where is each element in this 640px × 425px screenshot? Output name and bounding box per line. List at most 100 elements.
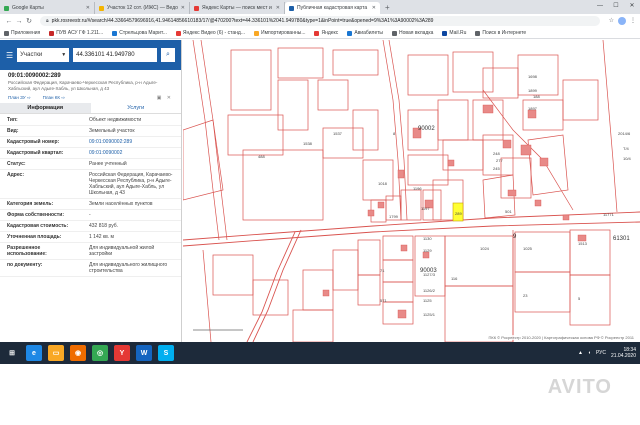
close-tab-icon[interactable]: ✕ [372, 5, 376, 11]
search-icon[interactable]: ⌕ [161, 48, 175, 62]
explorer-icon[interactable]: ▭ [48, 345, 64, 361]
back-icon[interactable]: ← [4, 18, 14, 25]
tab-title: Публичная кадастровая карта [297, 5, 368, 11]
building-footprint [377, 201, 385, 209]
boundary-line [200, 40, 228, 241]
info-value-link[interactable]: 09:01:0090002 [82, 148, 181, 159]
parcel-outline [227, 114, 284, 156]
bookmark-item[interactable]: Новая вкладка [391, 30, 433, 36]
favicon-icon [4, 5, 9, 11]
maximize-icon[interactable]: ☐ [608, 0, 624, 12]
forward-icon[interactable]: → [14, 18, 24, 25]
info-key: Уточненная площадь: [7, 234, 62, 240]
yandex-browser-icon[interactable]: Y [114, 345, 130, 361]
tab-info[interactable]: Информация [0, 103, 91, 113]
plan-zu-link[interactable]: План ЗУ ⇨ [8, 95, 31, 101]
parcel-outline [514, 231, 571, 273]
tab-title: Участок 12 сот. (ИЖС) — Ведо [107, 5, 178, 11]
bookmark-icon [112, 30, 118, 36]
parcel-address: Российская Федерация, Карачаево-Черкесск… [8, 80, 158, 91]
volume-icon[interactable]: ◖ [588, 350, 591, 356]
profile-avatar[interactable] [618, 17, 626, 25]
parcel-outline [252, 279, 289, 316]
word-icon[interactable]: W [136, 345, 152, 361]
address-bar[interactable]: 🔒︎ pkk.rosreestr.ru/#/search/44.33664579… [40, 16, 600, 26]
ie-icon[interactable]: e [26, 345, 42, 361]
tab-services[interactable]: Услуги [91, 103, 182, 113]
boundary-line [382, 40, 402, 221]
parcel-label: 1799 [389, 214, 399, 219]
bookmark-label: ПУВ АСУ ГФ 1.211... [56, 30, 104, 36]
skype-icon[interactable]: S [158, 345, 174, 361]
building-footprint [447, 159, 455, 167]
star-icon[interactable]: ☆ [609, 17, 614, 25]
windows-start-icon[interactable]: ⊞ [4, 345, 20, 361]
bookmark-item[interactable]: Яндекс Видео (6) - станд... [175, 30, 245, 36]
bookmark-item[interactable]: Mail.Ru [442, 30, 466, 36]
bookmark-item[interactable]: Поиск в Интернете [475, 30, 526, 36]
info-row: Кадастровый квартал: 09:01:0090002 [0, 148, 181, 159]
panel-tools-icons[interactable]: ▣ ✕ [157, 95, 173, 101]
map-canvas[interactable]: 1698189918818971538153748882482452771196… [183, 40, 640, 342]
close-tab-icon[interactable]: ✕ [181, 5, 185, 11]
info-value-link[interactable]: 09:01:0090002:289 [82, 137, 181, 148]
url-text: pkk.rosreestr.ru/#/search/44.33664579696… [51, 18, 434, 24]
parcel-outline [212, 254, 254, 296]
chrome-icon[interactable]: ◎ [92, 345, 108, 361]
info-panel: ☰ Участки ▼ 44.336101 41.949780 ⌕ 09:01:… [0, 40, 182, 342]
browser-tab[interactable]: Яндекс Карты — поиск мест и ✕ [190, 2, 285, 14]
quarter-label: 61301 [613, 236, 630, 242]
parcel-outline [482, 67, 519, 99]
building-footprint [397, 309, 407, 319]
hamburger-menu-icon[interactable]: ☰ [6, 51, 13, 60]
chevron-down-icon: ▼ [61, 52, 67, 58]
firefox-icon[interactable]: ◉ [70, 345, 86, 361]
reload-icon[interactable]: ↻ [24, 17, 34, 25]
parcel-outline [444, 285, 514, 342]
bookmark-label: Mail.Ru [449, 30, 467, 36]
bookmark-item[interactable]: Стрельцова Марит... [112, 30, 167, 36]
parcel-label: 1125 [423, 298, 432, 303]
new-tab-icon[interactable]: + [380, 2, 395, 14]
cadastral-map[interactable]: 1698 1899 188 1897 1538 1537 488 8 248 245 277 1196… [183, 40, 640, 342]
browser-tab-active[interactable]: Публичная кадастровая карта ✕ [285, 2, 380, 14]
search-input[interactable]: 44.336101 41.949780 [73, 48, 157, 62]
parcel-label: 1024 [480, 246, 490, 251]
parcel-outline [183, 119, 224, 201]
browser-tab[interactable]: Участок 12 сот. (ИЖС) — Ведо ✕ [95, 2, 190, 14]
info-row: Статус: Ранее учтенный [0, 159, 181, 170]
close-tab-icon[interactable]: ✕ [86, 5, 90, 11]
bookmark-label: Приложения [11, 30, 41, 36]
plan-kk-link[interactable]: План КК ⇨ [43, 95, 65, 101]
parcel-label: 1897 [528, 106, 538, 111]
info-value: - [89, 212, 91, 218]
boundary-line [602, 40, 618, 213]
search-type-select[interactable]: Участки ▼ [17, 48, 70, 62]
browser-tab[interactable]: Google Карты ✕ [0, 2, 95, 14]
info-key: Разрешенное использование: [7, 245, 47, 257]
minimize-icon[interactable]: — [592, 0, 608, 12]
info-row: Разрешенное использование: Для индивидуал… [0, 243, 181, 260]
network-icon[interactable]: ▲ [578, 350, 583, 356]
clock[interactable]: 18:34 21.04.2020 [611, 347, 636, 359]
info-key: Вид: [7, 128, 19, 134]
tab-title: Яндекс Карты — поиск мест и [202, 5, 272, 11]
parcel-outline [569, 229, 611, 276]
bookmark-item[interactable]: Авиабилеты [347, 30, 383, 36]
bookmark-item[interactable]: Импортированны... [253, 30, 305, 36]
info-value: Для индивидуальной жилой застройки [89, 245, 155, 257]
bottom-area [0, 364, 640, 425]
bookmark-item[interactable]: Приложения [4, 30, 40, 36]
info-value: Объект недвижимости [89, 117, 142, 123]
kebab-menu-icon[interactable]: ⋮ [630, 17, 636, 25]
info-key: Категория земель: [7, 201, 54, 207]
close-tab-icon[interactable]: ✕ [276, 5, 280, 11]
bookmark-item[interactable]: Яндекс [314, 30, 338, 36]
bookmark-item[interactable]: ПУВ АСУ ГФ 1.211... [49, 30, 103, 36]
parcel-label: 1025 [523, 246, 533, 251]
map-attribution: ПКК © Росреестр 2010-2020 | Картографиче… [486, 335, 636, 340]
close-window-icon[interactable]: ✕ [624, 0, 640, 12]
keyboard-language[interactable]: РУС [596, 350, 606, 356]
parcel-label: 1129 [423, 248, 432, 253]
parcel-label: 245 [493, 166, 500, 171]
